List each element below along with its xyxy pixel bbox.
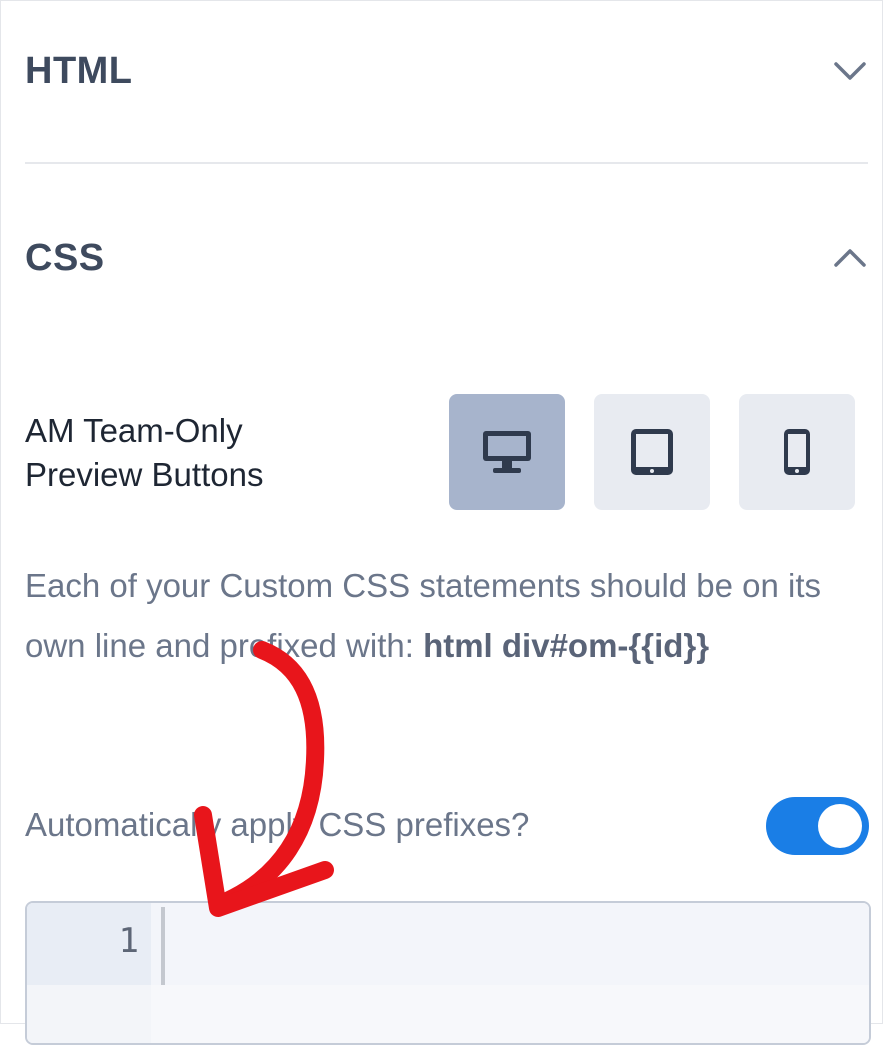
toggle-knob	[818, 804, 862, 848]
tablet-icon	[631, 429, 673, 475]
editor-gutter: 1	[27, 903, 151, 1043]
css-section-title: CSS	[25, 236, 105, 279]
auto-prefix-toggle[interactable]	[766, 797, 869, 855]
chevron-up-icon[interactable]	[832, 240, 868, 276]
css-section-header[interactable]: CSS	[25, 228, 868, 288]
code-line[interactable]	[151, 903, 869, 985]
css-instructions: Each of your Custom CSS statements shoul…	[25, 567, 822, 664]
editor-code-area[interactable]	[151, 903, 869, 1043]
tablet-preview-button[interactable]	[594, 394, 710, 510]
auto-prefix-label: Automatically apply CSS prefixes?	[25, 806, 530, 843]
mobile-icon	[784, 429, 810, 475]
css-prefix-code: html div#om-{{id}}	[423, 627, 710, 664]
mobile-preview-button[interactable]	[739, 394, 855, 510]
css-code-editor[interactable]: 1	[25, 901, 871, 1045]
desktop-icon	[483, 431, 531, 473]
preview-buttons-label: AM Team-Only Preview Buttons	[25, 412, 264, 493]
desktop-preview-button[interactable]	[449, 394, 565, 510]
line-number: 1	[118, 921, 139, 961]
html-section-header[interactable]: HTML	[25, 41, 868, 101]
section-divider	[25, 162, 868, 164]
html-section-title: HTML	[25, 49, 133, 92]
settings-panel: HTML CSS AM Team-Only Preview Buttons Ea…	[0, 0, 883, 1045]
chevron-down-icon[interactable]	[832, 53, 868, 89]
text-cursor	[161, 907, 165, 985]
